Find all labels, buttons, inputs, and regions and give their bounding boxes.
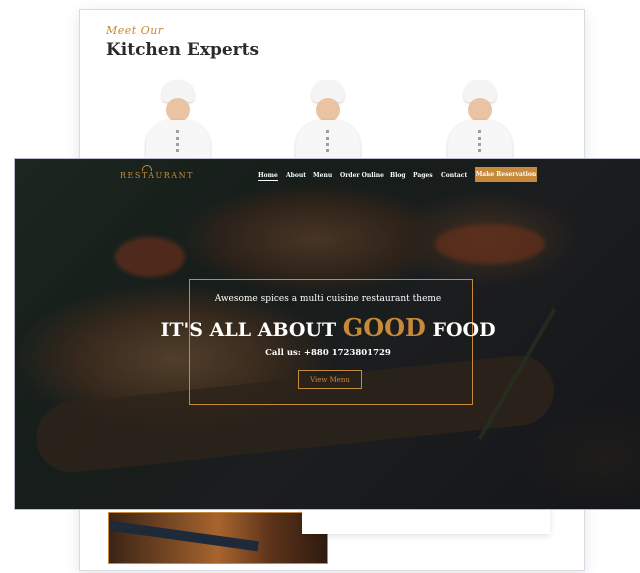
headline-accent: GOOD bbox=[342, 313, 426, 342]
phone-number: Call us: +880 1723801729 bbox=[265, 348, 391, 358]
section-title: Kitchen Experts bbox=[106, 40, 260, 60]
main-nav: RESTAURANT Home About Menu Order Online … bbox=[15, 159, 640, 195]
section-kicker: Meet Our bbox=[106, 24, 164, 37]
make-reservation-button[interactable]: Make Reservation bbox=[475, 167, 537, 182]
chef-portrait bbox=[442, 80, 518, 160]
food-photo bbox=[108, 512, 328, 564]
hero-section: RESTAURANT Home About Menu Order Online … bbox=[14, 158, 640, 510]
nav-item-home[interactable]: Home bbox=[258, 172, 278, 181]
nav-item-contact[interactable]: Contact bbox=[441, 172, 467, 179]
chef-portrait bbox=[140, 80, 216, 160]
hero-tagline: Awesome spices a multi cuisine restauran… bbox=[214, 294, 442, 304]
nav-item-blog[interactable]: Blog bbox=[390, 172, 406, 179]
chef-portrait bbox=[290, 80, 366, 160]
headline-pre: IT'S ALL ABOUT bbox=[160, 319, 343, 341]
headline-post: FOOD bbox=[425, 319, 496, 341]
nav-item-order-online[interactable]: Order Online bbox=[340, 172, 384, 179]
nav-item-about[interactable]: About bbox=[286, 172, 306, 179]
nav-item-menu[interactable]: Menu bbox=[313, 172, 332, 179]
nav-item-pages[interactable]: Pages bbox=[413, 172, 433, 179]
view-menu-button[interactable]: View Menu bbox=[298, 370, 362, 389]
hero-headline: IT'S ALL ABOUT GOOD FOOD bbox=[15, 313, 640, 342]
logo[interactable]: RESTAURANT bbox=[120, 171, 194, 180]
